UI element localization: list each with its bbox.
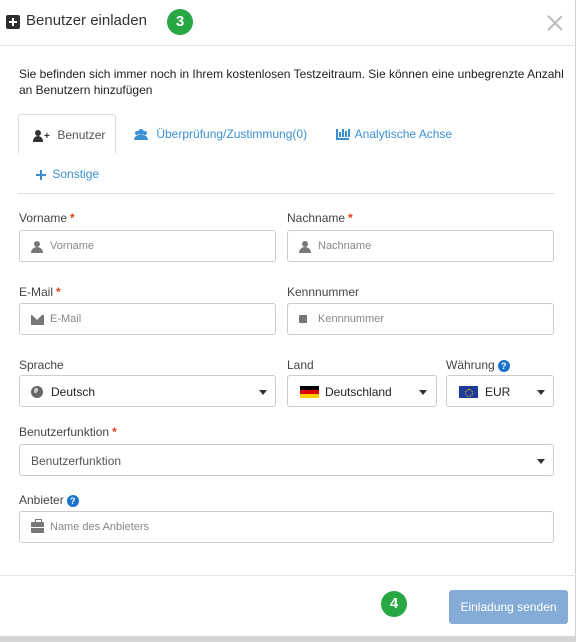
help-icon[interactable]: ? <box>66 495 79 507</box>
role-placeholder: Benutzerfunktion <box>31 454 122 468</box>
plus-square-icon <box>6 15 20 29</box>
help-icon[interactable]: ? <box>497 360 510 372</box>
country-select[interactable]: Deutschland <box>287 375 437 407</box>
last-name-label: Nachname * <box>287 211 353 225</box>
bar-chart-icon <box>336 129 350 141</box>
close-icon[interactable] <box>546 14 564 32</box>
first-name-field[interactable]: Vorname <box>19 230 276 262</box>
plus-icon <box>36 169 46 180</box>
provider-field[interactable]: Name des Anbieters <box>19 511 554 543</box>
globe-icon <box>31 386 43 398</box>
send-invitation-button[interactable]: Einladung senden <box>449 590 568 624</box>
briefcase-icon <box>31 519 44 533</box>
language-value: Deutsch <box>51 385 96 399</box>
last-name-placeholder: Nachname <box>318 240 372 252</box>
role-label: Benutzerfunktion * <box>19 425 117 439</box>
currency-select[interactable]: EUR <box>446 375 554 407</box>
last-name-field[interactable]: Nachname <box>287 230 554 262</box>
id-number-field[interactable]: Kennnummer <box>287 303 554 335</box>
tab-label: Überprüfung/Zustimmung(0) <box>156 127 308 141</box>
caret-down-icon <box>537 459 545 464</box>
modal-header: Benutzer einladen 3 <box>0 0 576 46</box>
first-name-placeholder: Vorname <box>50 240 95 252</box>
id-number-placeholder: Kennnummer <box>318 313 385 325</box>
caret-down-icon <box>259 390 267 395</box>
step-badge-3: 3 <box>167 9 193 35</box>
tab-analytic-axis[interactable]: Analytische Achse <box>336 114 452 154</box>
trial-info-text: Sie befinden sich immer noch in Ihrem ko… <box>19 67 564 97</box>
tab-other[interactable]: Sonstige <box>36 154 99 194</box>
tab-divider <box>18 193 554 194</box>
currency-label: Währung? <box>446 358 510 372</box>
country-value: Deutschland <box>325 385 392 399</box>
language-select[interactable]: Deutsch <box>19 375 276 407</box>
page-bottom-band <box>0 636 576 642</box>
tab-label: Benutzer <box>57 128 106 142</box>
currency-value: EUR <box>485 385 511 399</box>
tab-approval[interactable]: Überprüfung/Zustimmung(0) <box>134 114 307 154</box>
envelope-icon <box>31 315 44 325</box>
required-marker: * <box>112 425 117 439</box>
role-select[interactable]: Benutzerfunktion <box>19 444 554 476</box>
provider-placeholder: Name des Anbieters <box>50 521 150 533</box>
user-icon <box>31 241 43 253</box>
tag-icon <box>299 314 311 326</box>
eu-flag-icon <box>459 386 478 398</box>
user-icon <box>299 241 311 253</box>
role-label-text: Benutzerfunktion <box>19 425 110 439</box>
user-plus-icon: + <box>33 129 51 142</box>
language-label: Sprache <box>19 358 64 372</box>
footer-divider <box>0 575 576 576</box>
email-field[interactable]: E-Mail <box>19 303 276 335</box>
tab-label: Analytische Achse <box>354 127 453 141</box>
provider-label: Anbieter? <box>19 493 79 507</box>
first-name-label-text: Vorname <box>19 211 68 225</box>
modal-title: Benutzer einladen <box>26 12 147 29</box>
step-badge-4: 4 <box>381 591 407 617</box>
caret-down-icon <box>419 390 427 395</box>
email-label: E-Mail * <box>19 285 61 299</box>
id-number-label: Kennnummer <box>287 285 360 299</box>
email-placeholder: E-Mail <box>50 313 82 325</box>
required-marker: * <box>348 211 353 225</box>
country-label: Land <box>287 358 314 372</box>
tab-label: Sonstige <box>52 167 100 181</box>
germany-flag-icon <box>300 386 319 398</box>
required-marker: * <box>56 285 61 299</box>
invite-user-modal: Benutzer einladen 3 Sie befinden sich im… <box>0 0 576 636</box>
users-icon <box>134 129 150 141</box>
last-name-label-text: Nachname <box>287 211 346 225</box>
tab-benutzer[interactable]: + Benutzer <box>18 114 116 154</box>
currency-label-text: Währung <box>446 358 495 372</box>
caret-down-icon <box>537 390 545 395</box>
provider-label-text: Anbieter <box>19 493 64 507</box>
email-label-text: E-Mail <box>19 285 54 299</box>
first-name-label: Vorname * <box>19 211 75 225</box>
required-marker: * <box>70 211 75 225</box>
